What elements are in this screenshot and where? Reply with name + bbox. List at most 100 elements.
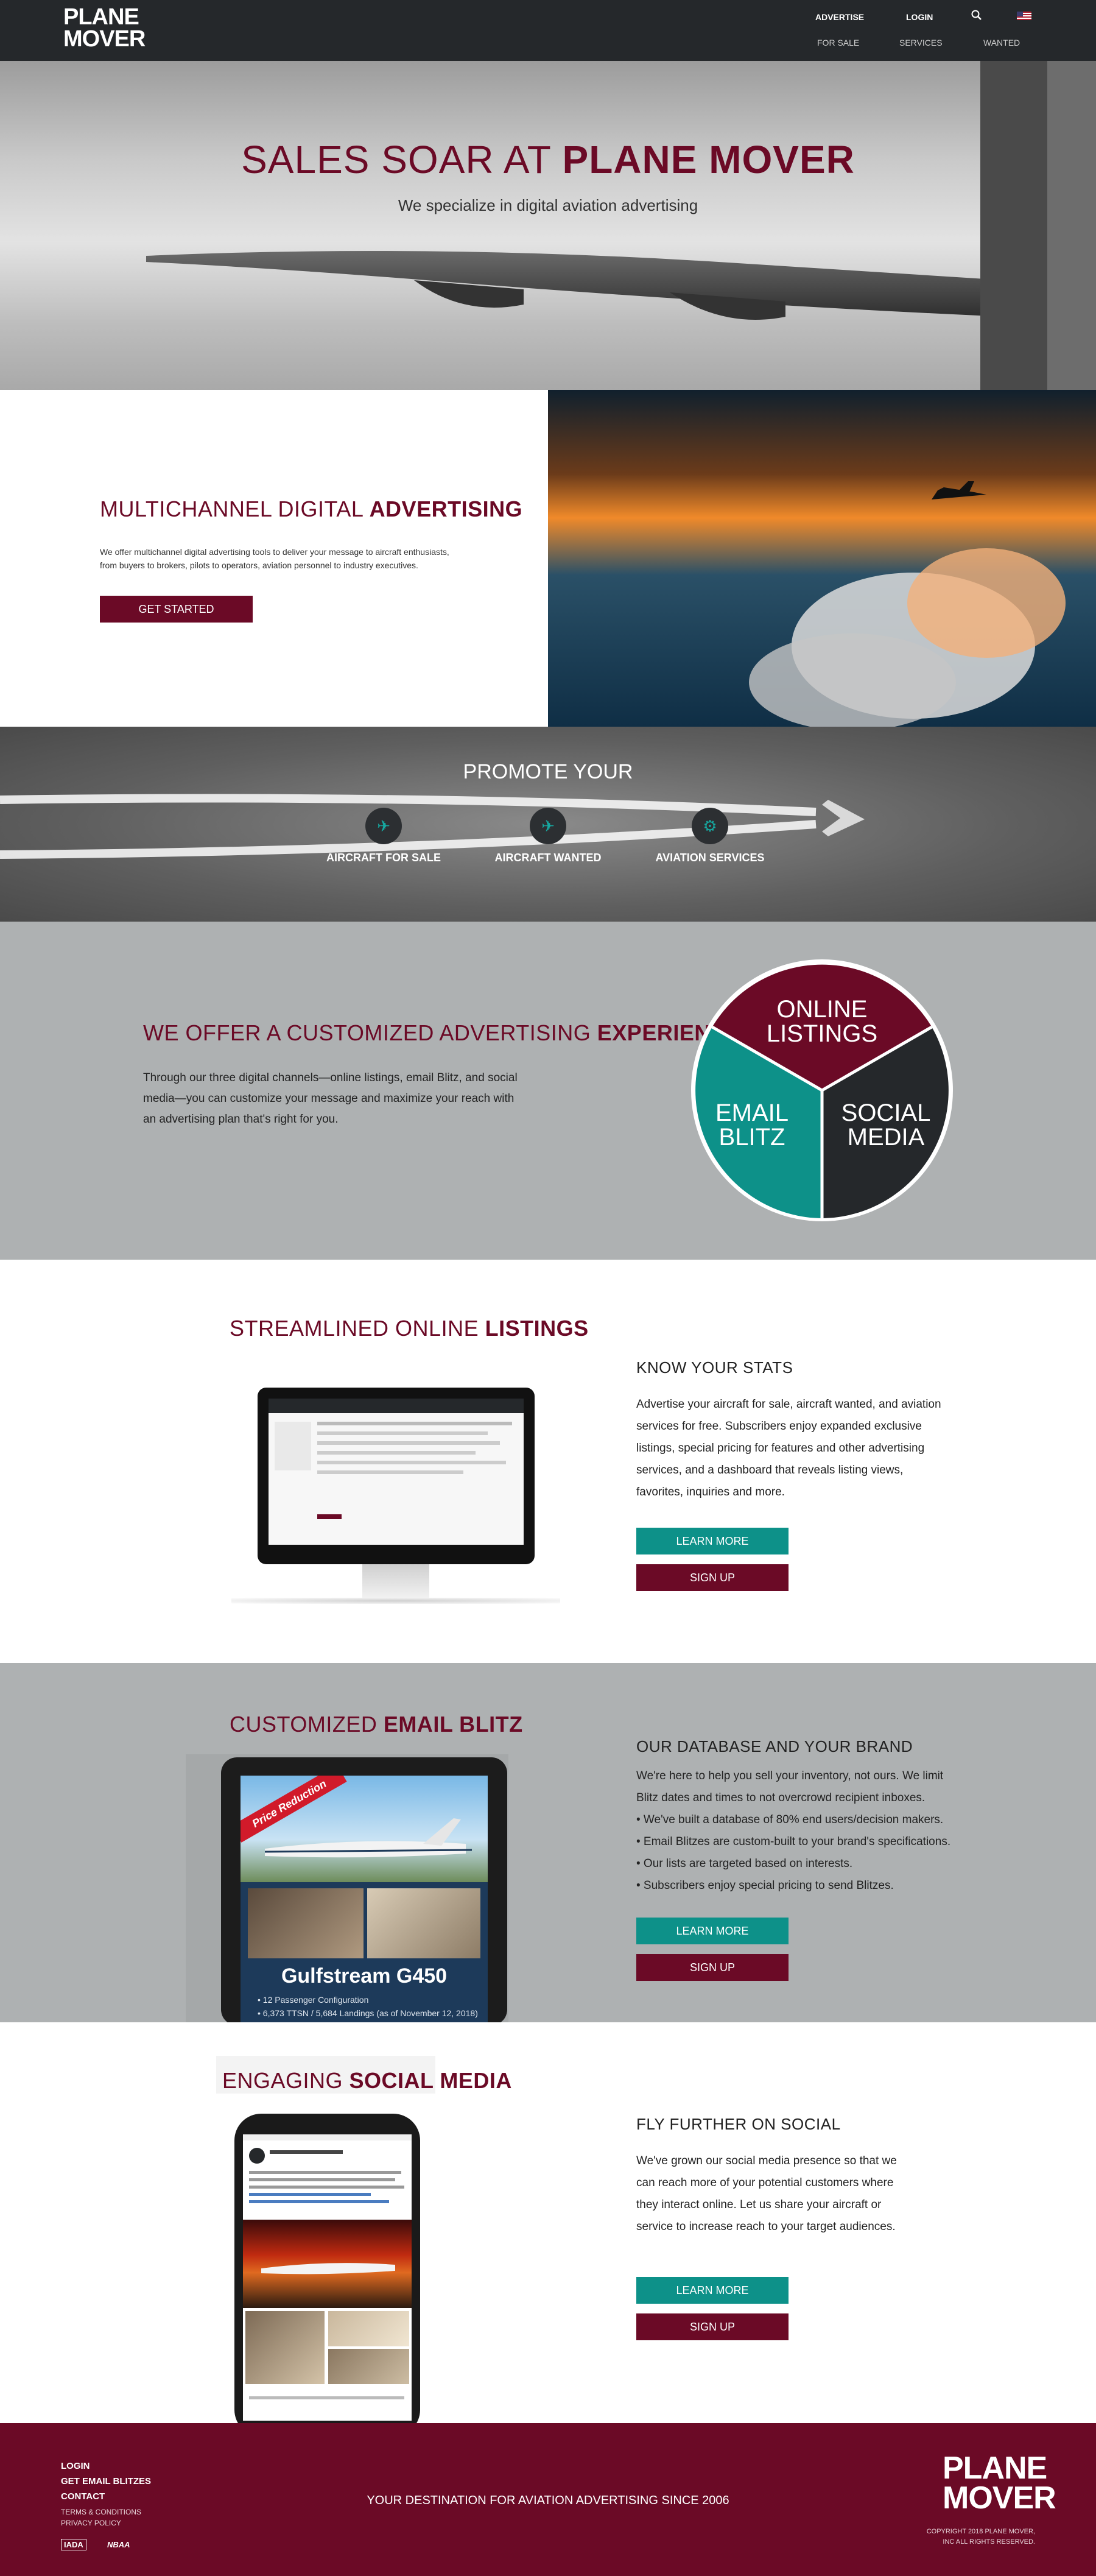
listings-title-light: STREAMLINED ONLINE (230, 1316, 485, 1341)
channels-pie-chart: ONLINE LISTINGS EMAIL BLITZ SOCIAL MEDIA (691, 959, 953, 1221)
blitz-body: We're here to help you sell your invento… (636, 1765, 953, 1897)
multichannel-title-bold: ADVERTISING (369, 496, 523, 521)
airplane-wanted-icon: ✈ (530, 808, 566, 844)
offer-section: WE OFFER A CUSTOMIZED ADVERTISING EXPERI… (0, 922, 1096, 1260)
blitz-intro: We're here to help you sell your invento… (636, 1770, 944, 1805)
blitz-bullet: • Email Blitzes are custom-built to your… (636, 1835, 951, 1849)
phone-screen (243, 2134, 412, 2421)
footer-link-privacy[interactable]: PRIVACY POLICY (61, 2519, 151, 2527)
blitz-sign-up-button[interactable]: SIGN UP (636, 1954, 789, 1981)
blitz-bullet: • Our lists are targeted based on intere… (636, 1857, 853, 1871)
promote-section: PROMOTE YOUR ✈ AIRCRAFT FOR SALE ✈ AIRCR… (0, 727, 1096, 922)
promote-label: AIRCRAFT WANTED (494, 852, 602, 864)
footer-logo-line-1: PLANE (943, 2451, 1047, 2486)
copyright-line-1: COPYRIGHT 2018 PLANE MOVER, (926, 2528, 1035, 2535)
pie-label-social: SOCIAL (841, 1099, 931, 1126)
listings-title: STREAMLINED ONLINE LISTINGS (230, 1316, 589, 1341)
hero-banner: SALES SOAR AT PLANE MOVER We specialize … (0, 61, 1096, 390)
listings-learn-more-button[interactable]: LEARN MORE (636, 1528, 789, 1554)
iada-badge: IADA (61, 2539, 86, 2550)
top-navigation: PLANE MOVER ADVERTISE LOGIN FOR SALE SER… (0, 0, 1096, 61)
hero-title-bold: PLANE MOVER (562, 138, 855, 182)
jet-photo (241, 1776, 488, 1882)
tablet-model-title: Gulfstream G450 (281, 1964, 448, 1988)
footer-link-login[interactable]: LOGIN (61, 2461, 151, 2471)
footer-tagline: YOUR DESTINATION FOR AVIATION ADVERTISIN… (367, 2494, 729, 2507)
promote-aircraft-for-sale[interactable]: ✈ AIRCRAFT FOR SALE (323, 808, 444, 864)
nav-link-for-sale[interactable]: FOR SALE (817, 38, 859, 48)
pie-label-listings: LISTINGS (767, 1020, 877, 1047)
multichannel-title-light: MULTICHANNEL DIGITAL (100, 496, 370, 521)
promote-aircraft-wanted[interactable]: ✈ AIRCRAFT WANTED (487, 808, 609, 864)
listings-sign-up-button[interactable]: SIGN UP (636, 1564, 789, 1591)
footer-link-get-email-blitzes[interactable]: GET EMAIL BLITZES (61, 2476, 151, 2486)
blitz-heading: OUR DATABASE AND YOUR BRAND (636, 1737, 913, 1756)
tablet-spec-1: • 12 Passenger Configuration (258, 1995, 369, 2005)
pie-label-media: MEDIA (848, 1124, 925, 1151)
blitz-bullet: • We've built a database of 80% end user… (636, 1813, 944, 1827)
search-icon[interactable] (971, 9, 983, 24)
footer-link-terms[interactable]: TERMS & CONDITIONS (61, 2508, 151, 2516)
pie-label-online: ONLINE (777, 996, 868, 1023)
post-avatar (249, 2148, 265, 2164)
tablet-screen: Price Reduction Gulfstream G450 • 12 Pas… (241, 1776, 488, 2022)
sunset-sky-image (548, 390, 1096, 727)
hero-subtitle: We specialize in digital aviation advert… (398, 196, 698, 214)
email-blitz-section: CUSTOMIZED EMAIL BLITZ Price Reduction G… (0, 1663, 1096, 2022)
nbaa-badge: NBAA (107, 2540, 130, 2549)
listings-heading: KNOW YOUR STATS (636, 1358, 793, 1377)
tablet-spec-2: • 6,373 TTSN / 5,684 Landings (as of Nov… (258, 2008, 478, 2018)
footer: LOGIN GET EMAIL BLITZES CONTACT TERMS & … (0, 2423, 1096, 2576)
nav-link-services[interactable]: SERVICES (899, 38, 943, 48)
pie-label-email: EMAIL (715, 1099, 789, 1126)
post-cabin-photo-2 (328, 2311, 409, 2346)
offer-title-light: WE OFFER A CUSTOMIZED ADVERTISING (143, 1020, 597, 1045)
multichannel-title: MULTICHANNEL DIGITAL ADVERTISING (100, 496, 522, 522)
blitz-title-light: CUSTOMIZED (230, 1712, 384, 1737)
monitor-stand (362, 1564, 429, 1598)
monitor-mockup (258, 1388, 535, 1564)
hero-title-light: SALES SOAR AT (241, 138, 563, 182)
nav-link-wanted[interactable]: WANTED (983, 38, 1020, 48)
post-cabin-photo-1 (245, 2311, 325, 2384)
social-media-section: ENGAGING SOCIAL MEDIA FLY FURTHER ON SOC… (0, 2022, 1096, 2423)
blitz-learn-more-button[interactable]: LEARN MORE (636, 1918, 789, 1944)
blitz-title: CUSTOMIZED EMAIL BLITZ (230, 1712, 523, 1737)
post-cabin-photo-3 (328, 2349, 409, 2384)
monitor-screen (269, 1399, 524, 1545)
copyright-line-2: INC ALL RIGHTS RESERVED. (943, 2538, 1035, 2546)
social-sign-up-button[interactable]: SIGN UP (636, 2313, 789, 2340)
tablet-mockup: Price Reduction Gulfstream G450 • 12 Pas… (221, 1757, 507, 2022)
promote-title: PROMOTE YOUR (463, 760, 633, 783)
multichannel-body: We offer multichannel digital advertisin… (100, 547, 449, 571)
social-title-bold: SOCIAL MEDIA (349, 2068, 512, 2093)
blitz-bullet: • Subscribers enjoy special pricing to s… (636, 1879, 894, 1893)
promote-label: AIRCRAFT FOR SALE (326, 852, 441, 864)
cabin-photo-1 (248, 1888, 364, 1958)
logo-line-2: MOVER (63, 26, 146, 52)
offer-body: Through our three digital channels—onlin… (143, 1071, 518, 1126)
promote-label: AVIATION SERVICES (655, 852, 765, 864)
phone-mockup (234, 2114, 420, 2423)
listings-section: STREAMLINED ONLINE LISTINGS KNOW YOUR ST… (0, 1260, 1096, 1663)
social-title: ENGAGING SOCIAL MEDIA (222, 2068, 512, 2094)
post-jet-photo (243, 2220, 412, 2308)
hero-title: SALES SOAR AT PLANE MOVER (0, 137, 1096, 182)
nav-link-advertise[interactable]: ADVERTISE (815, 12, 864, 22)
airplane-icon: ✈ (365, 808, 402, 844)
hero-airplane-wing-image (146, 61, 1096, 390)
social-heading: FLY FURTHER ON SOCIAL (636, 2115, 841, 2133)
plane-mover-logo[interactable]: PLANE MOVER (63, 5, 146, 52)
promote-aviation-services[interactable]: ⚙ AVIATION SERVICES (649, 808, 771, 864)
nav-link-login[interactable]: LOGIN (906, 12, 933, 22)
social-learn-more-button[interactable]: LEARN MORE (636, 2277, 789, 2304)
blitz-title-bold: EMAIL BLITZ (383, 1712, 523, 1737)
listings-title-bold: LISTINGS (485, 1316, 589, 1341)
footer-plane-mover-logo[interactable]: PLANE MOVER (943, 2451, 1056, 2514)
get-started-button[interactable]: GET STARTED (100, 596, 253, 623)
listings-body: Advertise your aircraft for sale, aircra… (636, 1398, 941, 1499)
us-flag-icon[interactable] (1017, 12, 1031, 23)
services-gear-icon: ⚙ (692, 808, 728, 844)
multichannel-section: MULTICHANNEL DIGITAL ADVERTISING We offe… (0, 390, 548, 727)
monitor-shadow (231, 1598, 560, 1604)
